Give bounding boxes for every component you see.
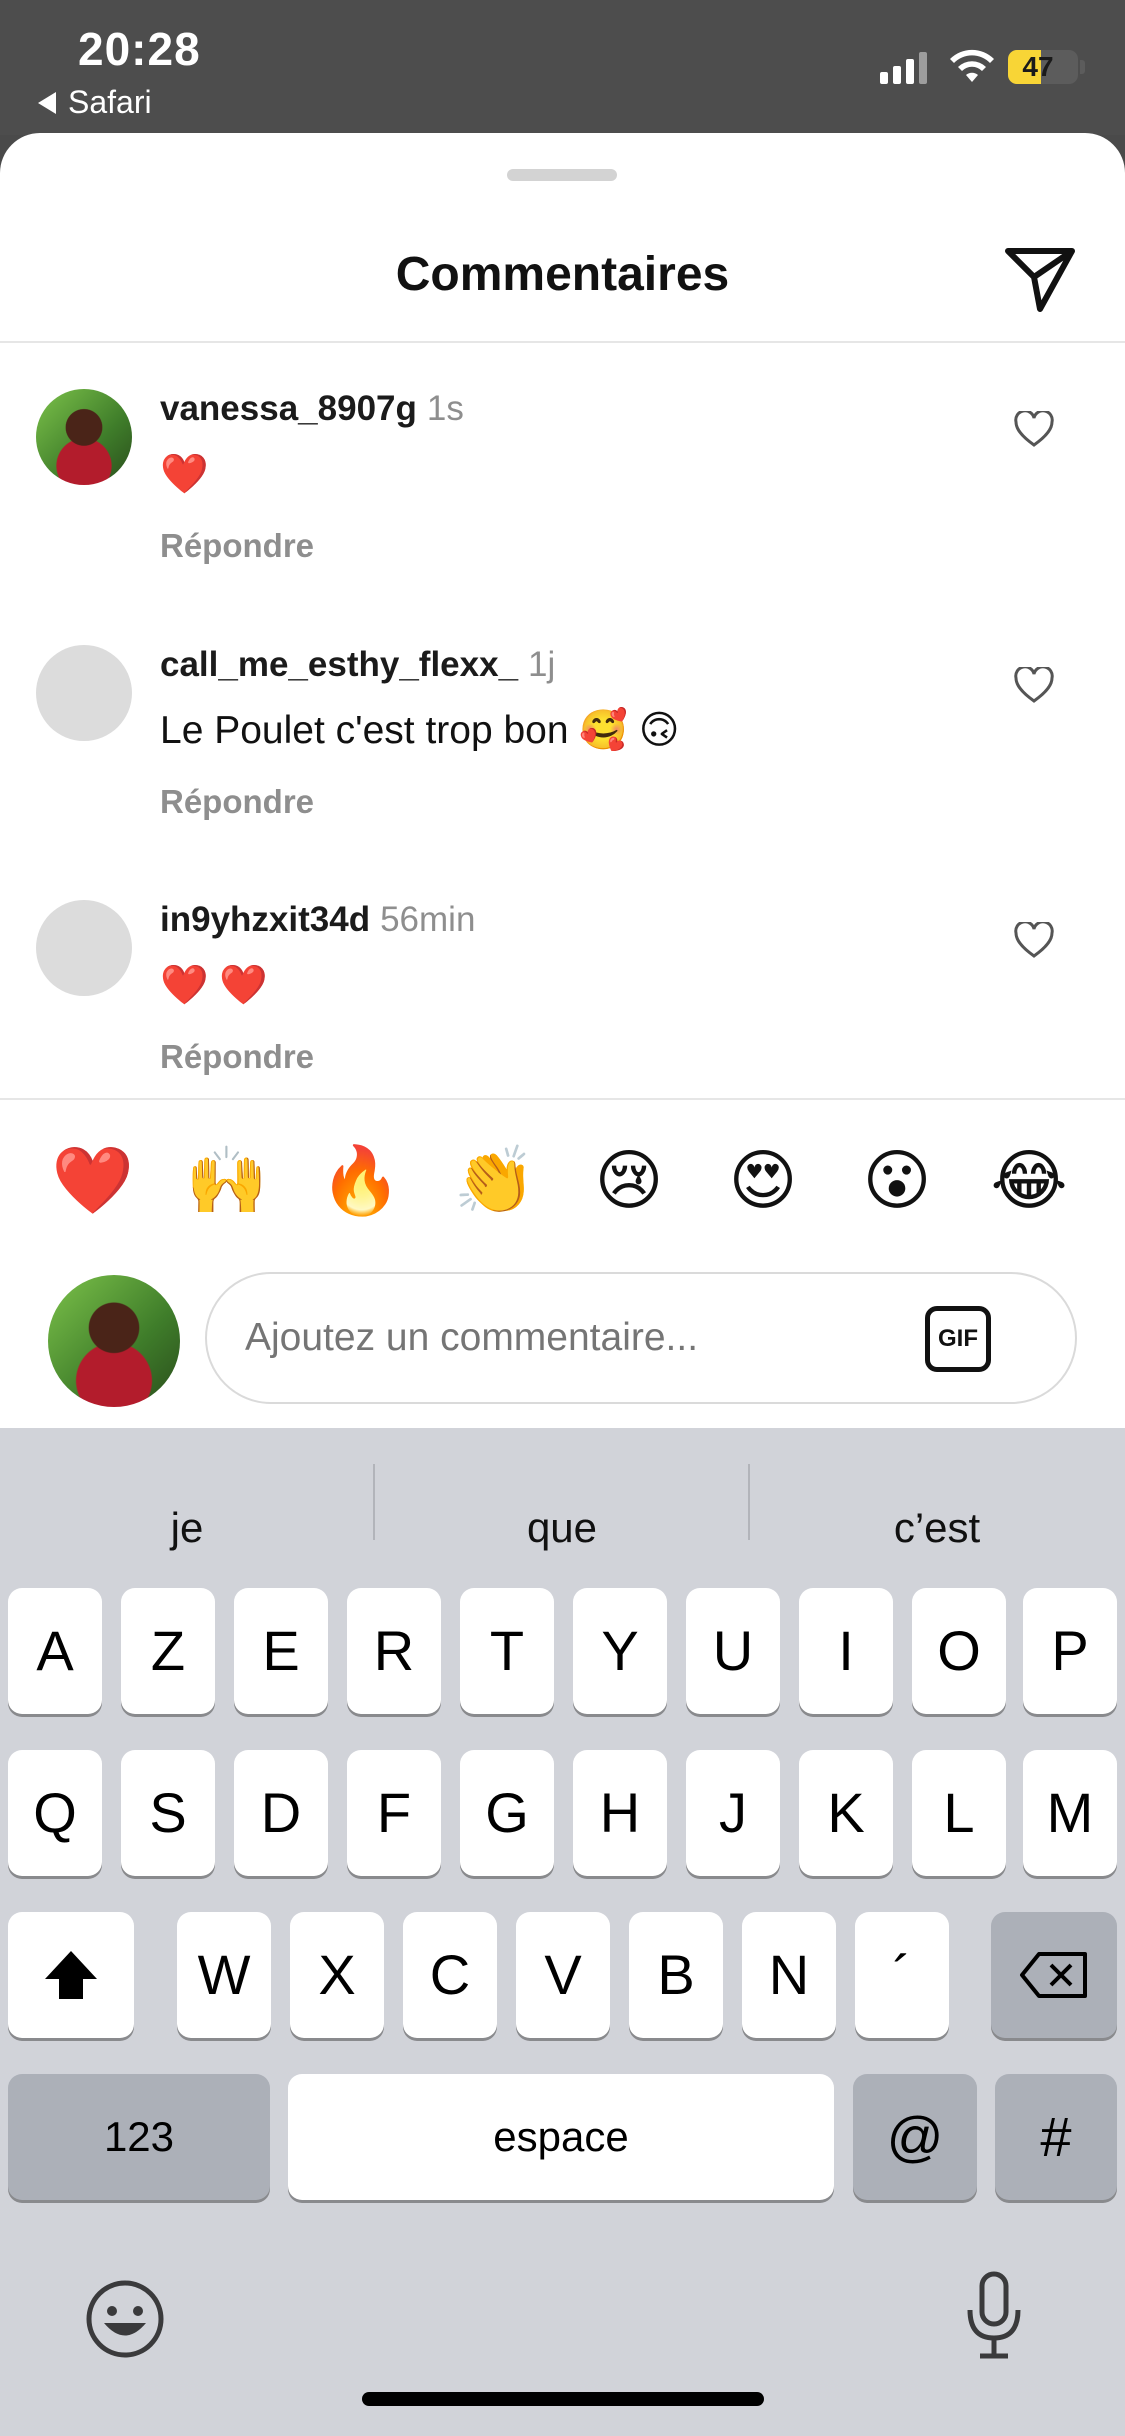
reply-button[interactable]: Répondre xyxy=(160,783,314,821)
comment-text: ❤️ ❤️ xyxy=(160,964,268,1007)
key[interactable]: J xyxy=(686,1750,780,1876)
delete-key[interactable] xyxy=(991,1912,1117,2038)
battery-percent: 47 xyxy=(1022,51,1054,82)
key[interactable]: X xyxy=(290,1912,384,2038)
reply-button[interactable]: Répondre xyxy=(160,1038,314,1076)
back-arrow-icon xyxy=(38,91,56,114)
key[interactable]: ´ xyxy=(855,1912,949,2038)
comment-time: 1s xyxy=(426,389,464,428)
share-paper-plane-icon[interactable] xyxy=(1000,237,1080,317)
quick-emoji-crying[interactable]: 😢 xyxy=(584,1136,674,1226)
avatar[interactable] xyxy=(36,900,132,996)
key[interactable]: N xyxy=(742,1912,836,2038)
space-key[interactable]: espace xyxy=(288,2074,834,2200)
back-to-app-button[interactable]: Safari xyxy=(38,84,152,121)
suggestion-1[interactable]: je xyxy=(0,1478,374,1578)
home-indicator[interactable] xyxy=(362,2392,764,2406)
suggestion-2[interactable]: que xyxy=(375,1478,749,1578)
sheet-title: Commentaires xyxy=(395,248,730,301)
key[interactable]: B xyxy=(629,1912,723,2038)
header-divider xyxy=(0,341,1125,343)
clock: 20:28 xyxy=(78,23,201,75)
hash-key[interactable]: # xyxy=(995,2074,1117,2200)
battery-icon: 47 xyxy=(1008,50,1078,84)
key[interactable]: E xyxy=(234,1588,328,1714)
quick-emoji-surprised[interactable]: 😮 xyxy=(852,1136,942,1226)
comment-item: call_me_esthy_flexx_ 1j Le Poulet c'est t… xyxy=(0,623,1125,853)
reply-button[interactable]: Répondre xyxy=(160,527,314,565)
quick-emoji-fire[interactable]: 🔥 xyxy=(316,1136,406,1226)
comments-sheet: Commentaires vanessa_8907g 1s ❤️ Répondre… xyxy=(0,133,1125,1433)
status-bar: 20:28 Safari 47 xyxy=(0,0,1125,135)
key[interactable]: M xyxy=(1023,1750,1117,1876)
keyboard: je que c’est A Z E R T Y U I O P Q S D F… xyxy=(0,1428,1125,2436)
quick-emoji-laughing[interactable]: 😂 xyxy=(984,1136,1074,1226)
key[interactable]: S xyxy=(121,1750,215,1876)
battery-cap xyxy=(1080,60,1085,74)
avatar[interactable] xyxy=(36,645,132,741)
key[interactable]: U xyxy=(686,1588,780,1714)
back-app-label: Safari xyxy=(68,84,152,120)
backspace-icon xyxy=(1020,1952,1087,1998)
key[interactable]: V xyxy=(516,1912,610,2038)
key[interactable]: D xyxy=(234,1750,328,1876)
comment-time: 56min xyxy=(380,900,476,939)
key[interactable]: L xyxy=(912,1750,1006,1876)
comment-item: vanessa_8907g 1s ❤️ Répondre xyxy=(0,367,1125,597)
quick-emoji-heart[interactable]: ❤️ xyxy=(48,1136,138,1226)
quick-emoji-raised-hands[interactable]: 🙌 xyxy=(182,1136,272,1226)
at-key[interactable]: @ xyxy=(853,2074,977,2200)
comment-text: ❤️ xyxy=(160,453,209,496)
key[interactable]: P xyxy=(1023,1588,1117,1714)
shift-arrow-icon xyxy=(45,1951,97,1999)
microphone-icon[interactable] xyxy=(964,2270,1024,2360)
quick-emoji-heart-eyes[interactable]: 😍 xyxy=(718,1136,808,1226)
quick-emoji-bar: ❤️ 🙌 🔥 👏 😢 😍 😮 😂 xyxy=(0,1136,1125,1236)
cellular-signal-icon xyxy=(880,52,927,84)
comment-item: in9yhzxit34d 56min ❤️ ❤️ Répondre xyxy=(0,878,1125,1108)
numbers-key[interactable]: 123 xyxy=(8,2074,270,2200)
key[interactable]: Y xyxy=(573,1588,667,1714)
key[interactable]: Z xyxy=(121,1588,215,1714)
heart-like-icon[interactable] xyxy=(1014,667,1054,705)
key[interactable]: C xyxy=(403,1912,497,2038)
key[interactable]: G xyxy=(460,1750,554,1876)
wifi-icon xyxy=(950,49,994,82)
key[interactable]: H xyxy=(573,1750,667,1876)
key[interactable]: K xyxy=(799,1750,893,1876)
comment-text: Le Poulet c'est trop bon 🥰 🙃 xyxy=(160,709,680,752)
comment-username[interactable]: call_me_esthy_flexx_ 1j xyxy=(160,645,555,685)
key[interactable]: T xyxy=(460,1588,554,1714)
key[interactable]: R xyxy=(347,1588,441,1714)
key[interactable]: F xyxy=(347,1750,441,1876)
key[interactable]: W xyxy=(177,1912,271,2038)
quick-emoji-clap[interactable]: 👏 xyxy=(450,1136,540,1226)
comment-composer[interactable]: GIF xyxy=(205,1272,1077,1404)
comment-input[interactable] xyxy=(245,1274,885,1402)
key[interactable]: O xyxy=(912,1588,1006,1714)
shift-key[interactable] xyxy=(8,1912,134,2038)
sheet-grabber-handle[interactable] xyxy=(507,169,617,181)
suggestion-3[interactable]: c’est xyxy=(750,1478,1124,1578)
key[interactable]: Q xyxy=(8,1750,102,1876)
comment-time: 1j xyxy=(528,645,556,684)
emoji-bar-divider xyxy=(0,1098,1125,1100)
comment-username[interactable]: in9yhzxit34d 56min xyxy=(160,900,475,940)
avatar[interactable] xyxy=(36,389,132,485)
self-avatar[interactable] xyxy=(48,1275,180,1407)
key[interactable]: I xyxy=(799,1588,893,1714)
comment-username[interactable]: vanessa_8907g 1s xyxy=(160,389,464,429)
emoji-keyboard-icon[interactable] xyxy=(84,2278,166,2360)
gif-button[interactable]: GIF xyxy=(925,1306,991,1372)
heart-like-icon[interactable] xyxy=(1014,922,1054,960)
heart-like-icon[interactable] xyxy=(1014,411,1054,449)
key[interactable]: A xyxy=(8,1588,102,1714)
